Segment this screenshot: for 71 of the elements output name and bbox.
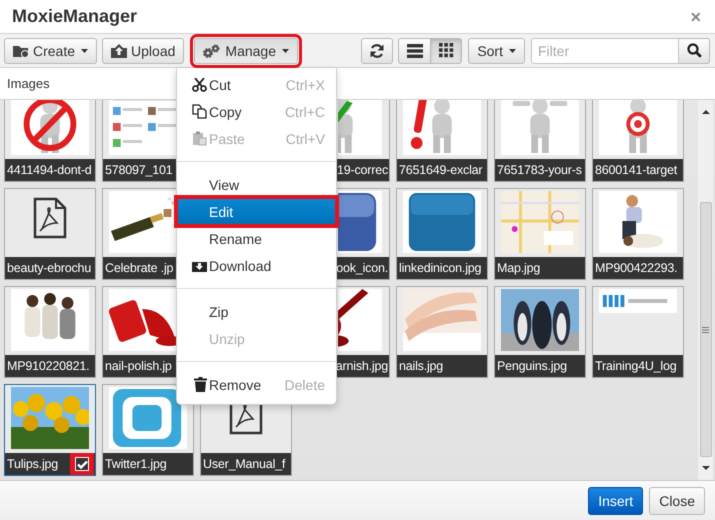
upload-icon: [111, 44, 128, 58]
scissors-icon: [192, 78, 207, 92]
file-tile[interactable]: Penguins.jpg: [494, 286, 586, 378]
refresh-button[interactable]: [361, 38, 394, 64]
search-button[interactable]: [679, 38, 710, 64]
sort-button[interactable]: Sort: [468, 38, 525, 64]
file-name: arnish.jpg: [336, 359, 388, 373]
file-name: Twitter1.jpg: [105, 457, 167, 471]
list-icon: [406, 44, 423, 58]
scroll-down-icon: [702, 466, 710, 470]
file-tile[interactable]: 7651783-your-s: [494, 100, 586, 182]
caret-icon: [509, 48, 516, 52]
file-name: nail-polish.jp: [105, 359, 172, 373]
file-tile[interactable]: Training4U_log: [592, 286, 684, 378]
file-name: Training4U_log: [595, 359, 677, 373]
file-tile[interactable]: 8600141-target: [592, 100, 684, 182]
scrollbar-thumb[interactable]: [700, 202, 712, 457]
trash-icon: [194, 377, 207, 392]
close-button[interactable]: Close: [649, 486, 705, 514]
filter-field[interactable]: Filter: [531, 38, 679, 64]
file-name: 8600141-target: [595, 163, 677, 177]
file-name: ook_icon.: [336, 261, 388, 275]
folder-icon: [13, 44, 29, 58]
file-tile[interactable]: Map.jpg: [494, 188, 586, 280]
grid-icon: [438, 43, 454, 58]
menu-item[interactable]: Cut Ctrl+X: [177, 71, 336, 98]
file-name: 7651783-your-s: [497, 163, 582, 177]
file-name: Penguins.jpg: [497, 359, 567, 373]
folder-path: Images: [7, 76, 50, 91]
file-name: Tulips.jpg: [7, 457, 58, 471]
file-tile[interactable]: Tulips.jpg: [4, 384, 96, 476]
menu-item[interactable]: Edit: [177, 198, 336, 225]
file-tile[interactable]: MP900422293.: [592, 188, 684, 280]
file-name: User_Manual_f: [203, 457, 286, 471]
scrollbar[interactable]: [698, 100, 713, 480]
view-button[interactable]: [398, 38, 430, 64]
file-name: 19-correc: [337, 163, 388, 177]
file-tile[interactable]: linkedinicon.jpg: [396, 188, 488, 280]
copy-icon: [192, 104, 207, 119]
download-icon: [192, 259, 207, 272]
close-button[interactable]: ×: [690, 8, 701, 26]
file-name: linkedinicon.jpg: [399, 261, 482, 275]
checkbox[interactable]: [70, 453, 94, 475]
file-tile[interactable]: Twitter1.jpg: [102, 384, 194, 476]
file-tile[interactable]: 4411494-dont-d: [4, 100, 96, 182]
file-name: Map.jpg: [497, 261, 540, 275]
file-tile[interactable]: beauty-ebrochu: [4, 188, 96, 280]
shortcut-text: Ctrl+X: [286, 76, 325, 92]
paste-icon: [192, 131, 207, 146]
file-name: MP900422293.: [595, 261, 678, 275]
insert-button[interactable]: Insert: [588, 486, 644, 514]
file-name: MP910220821.: [7, 359, 90, 373]
toolbar-button[interactable]: Create: [4, 38, 98, 64]
file-tile[interactable]: nails.jpg: [396, 286, 488, 378]
file-tile[interactable]: MP910220821.: [4, 286, 96, 378]
file-tile[interactable]: 7651649-exclar: [396, 100, 488, 182]
file-name: nails.jpg: [399, 359, 444, 373]
check-icon: [76, 460, 88, 468]
file-name: 578097_101: [105, 163, 173, 177]
file-name: 4411494-dont-d: [7, 163, 92, 177]
gears-icon: [203, 44, 222, 58]
toolbar-button[interactable]: Upload: [102, 38, 184, 64]
file-name: 7651649-exclar: [399, 163, 482, 177]
document-icon: [33, 197, 67, 239]
file-name: beauty-ebrochu: [7, 261, 92, 275]
refresh-icon: [369, 42, 386, 58]
file-name: Celebrate .jp: [105, 261, 174, 275]
view-button[interactable]: [430, 38, 462, 64]
scroll-up-icon: [702, 110, 710, 114]
window-title: MoxieManager: [12, 6, 138, 27]
search-icon: [686, 43, 702, 58]
